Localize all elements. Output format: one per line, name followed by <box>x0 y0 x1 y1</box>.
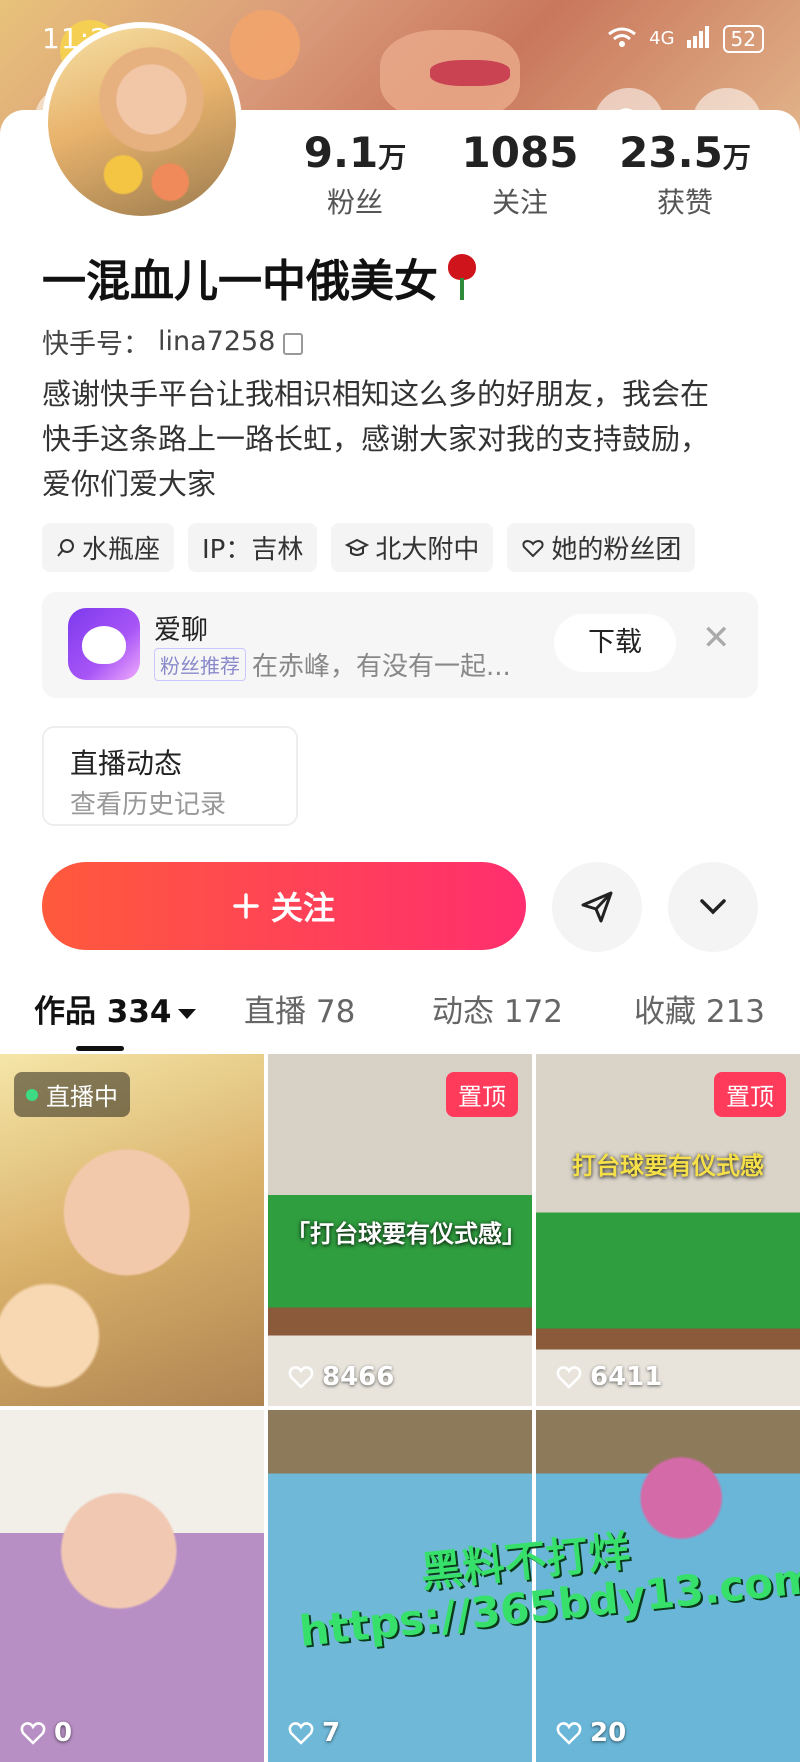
profile-stats: 9.1万 粉丝 1085 关注 23.5万 获赞 <box>280 128 760 221</box>
like-count-value: 7 <box>322 1718 341 1748</box>
profile-name-row: 一混血儿一中俄美女 <box>42 245 480 309</box>
constellation-icon <box>57 538 74 557</box>
tab-label: 直播 78 <box>244 994 356 1030</box>
live-history-subtitle: 查看历史记录 <box>70 790 227 820</box>
send-icon <box>581 891 613 923</box>
heart-icon <box>20 1721 46 1745</box>
copy-icon[interactable] <box>283 332 304 355</box>
fans-label: 粉丝 <box>326 186 383 219</box>
like-count: 6411 <box>556 1362 662 1392</box>
account-label: 快手号： <box>42 329 150 360</box>
tag-ip: IP：吉林 <box>188 523 318 572</box>
live-history-card[interactable]: 直播动态 查看历史记录 <box>42 726 298 826</box>
tab-works[interactable]: 作品 334 <box>34 986 196 1031</box>
heart-icon <box>288 1365 314 1389</box>
following-label: 关注 <box>491 186 548 219</box>
active-tab-indicator <box>76 1046 124 1051</box>
likes-unit: 万 <box>722 141 751 174</box>
share-button[interactable] <box>552 862 642 952</box>
more-icon <box>710 119 744 127</box>
plus-icon <box>233 893 259 919</box>
content-tabs: 作品 334 直播 78 动态 172 收藏 213 <box>0 986 800 1052</box>
fans-unit: 万 <box>378 141 407 174</box>
heart-icon <box>288 1721 314 1745</box>
likes-count: 23.5 <box>619 128 723 177</box>
battery-icon: 52 <box>722 24 764 53</box>
like-count: 20 <box>556 1718 626 1748</box>
tag-fan-club[interactable]: 她的粉丝团 <box>507 523 696 572</box>
heart-icon <box>556 1721 582 1745</box>
app-icon <box>68 608 140 680</box>
video-thumbnail[interactable]: 置顶 「打台球要有仪式感」 8466 <box>268 1054 532 1406</box>
signal-icon <box>686 22 711 55</box>
rose-icon <box>444 254 480 300</box>
like-count: 7 <box>288 1718 340 1748</box>
avatar[interactable] <box>42 22 242 222</box>
tab-moments[interactable]: 动态 172 <box>432 986 563 1031</box>
like-count: 0 <box>20 1718 72 1748</box>
tab-label: 动态 172 <box>432 994 564 1030</box>
heart-icon <box>556 1365 582 1389</box>
video-caption: 打台球要有仪式感 <box>572 1152 764 1180</box>
like-count-value: 8466 <box>322 1362 395 1392</box>
live-badge: 直播中 <box>14 1072 130 1117</box>
profile-name: 一混血儿一中俄美女 <box>42 256 438 307</box>
wifi-icon <box>607 22 637 55</box>
expand-button[interactable] <box>668 862 758 952</box>
recommendation-chip: 粉丝推荐 <box>154 648 246 681</box>
fan-club-icon <box>522 539 544 557</box>
like-count-value: 0 <box>54 1718 73 1748</box>
follow-button[interactable]: 关注 <box>42 862 526 950</box>
chevron-down-icon <box>700 899 726 915</box>
download-button[interactable]: 下载 <box>554 614 676 672</box>
tab-label: 收藏 213 <box>634 994 766 1030</box>
app-recommendation-text: 粉丝推荐 在赤峰，有没有一起... <box>154 646 511 683</box>
tag-label: 北大附中 <box>375 535 480 565</box>
like-count-value: 20 <box>590 1718 627 1748</box>
pinned-badge: 置顶 <box>446 1072 518 1117</box>
app-name: 爱聊 <box>154 615 208 646</box>
likes-label: 获赞 <box>656 186 713 219</box>
bio-line: 爱你们爱大家 <box>42 467 217 501</box>
bio-line: 感谢快手平台让我相识相知这么多的好朋友，我会在 <box>42 377 710 411</box>
tab-live[interactable]: 直播 78 <box>244 986 355 1031</box>
video-thumbnail[interactable]: 0 <box>0 1410 264 1762</box>
caret-down-icon <box>177 1008 196 1019</box>
graduation-cap-icon <box>345 538 370 556</box>
fans-stat[interactable]: 9.1万 粉丝 <box>280 128 430 221</box>
account-id-row: 快手号： lina7258 <box>42 322 304 361</box>
following-count: 1085 <box>461 128 579 177</box>
account-id: lina7258 <box>158 326 276 357</box>
video-thumbnail[interactable]: 直播中 <box>0 1054 264 1406</box>
tag-label: IP：吉林 <box>202 535 304 565</box>
live-history-title: 直播动态 <box>70 747 183 780</box>
follow-label: 关注 <box>270 889 335 927</box>
likes-stat[interactable]: 23.5万 获赞 <box>610 128 760 221</box>
live-badge-label: 直播中 <box>46 1083 118 1111</box>
network-label: 4G <box>649 28 675 49</box>
pinned-badge: 置顶 <box>714 1072 786 1117</box>
fans-count: 9.1 <box>303 128 379 177</box>
tag-school[interactable]: 北大附中 <box>331 523 494 572</box>
tab-favorites[interactable]: 收藏 213 <box>634 986 765 1031</box>
following-stat[interactable]: 1085 关注 <box>445 128 595 221</box>
like-count: 8466 <box>288 1362 394 1392</box>
tag-label: 她的粉丝团 <box>551 535 682 565</box>
app-recommendation-card[interactable]: 爱聊 粉丝推荐 在赤峰，有没有一起... 下载 ✕ <box>42 592 758 698</box>
profile-tags: 水瓶座 IP：吉林 北大附中 她的粉丝团 <box>42 523 696 572</box>
recommendation-message: 在赤峰，有没有一起... <box>252 652 511 682</box>
tag-constellation[interactable]: 水瓶座 <box>42 523 175 572</box>
bio-line: 快手这条路上一路长虹，感谢大家对我的支持鼓励， <box>42 422 710 456</box>
like-count-value: 6411 <box>590 1362 663 1392</box>
video-thumbnail[interactable]: 置顶 打台球要有仪式感 6411 <box>536 1054 800 1406</box>
video-caption: 「打台球要有仪式感」 <box>286 1220 526 1248</box>
profile-bio: 感谢快手平台让我相识相知这么多的好朋友，我会在 快手这条路上一路长虹，感谢大家对… <box>42 372 762 507</box>
close-icon[interactable]: ✕ <box>702 618 731 658</box>
tag-label: 水瓶座 <box>82 535 161 565</box>
tab-label: 作品 334 <box>34 994 172 1030</box>
